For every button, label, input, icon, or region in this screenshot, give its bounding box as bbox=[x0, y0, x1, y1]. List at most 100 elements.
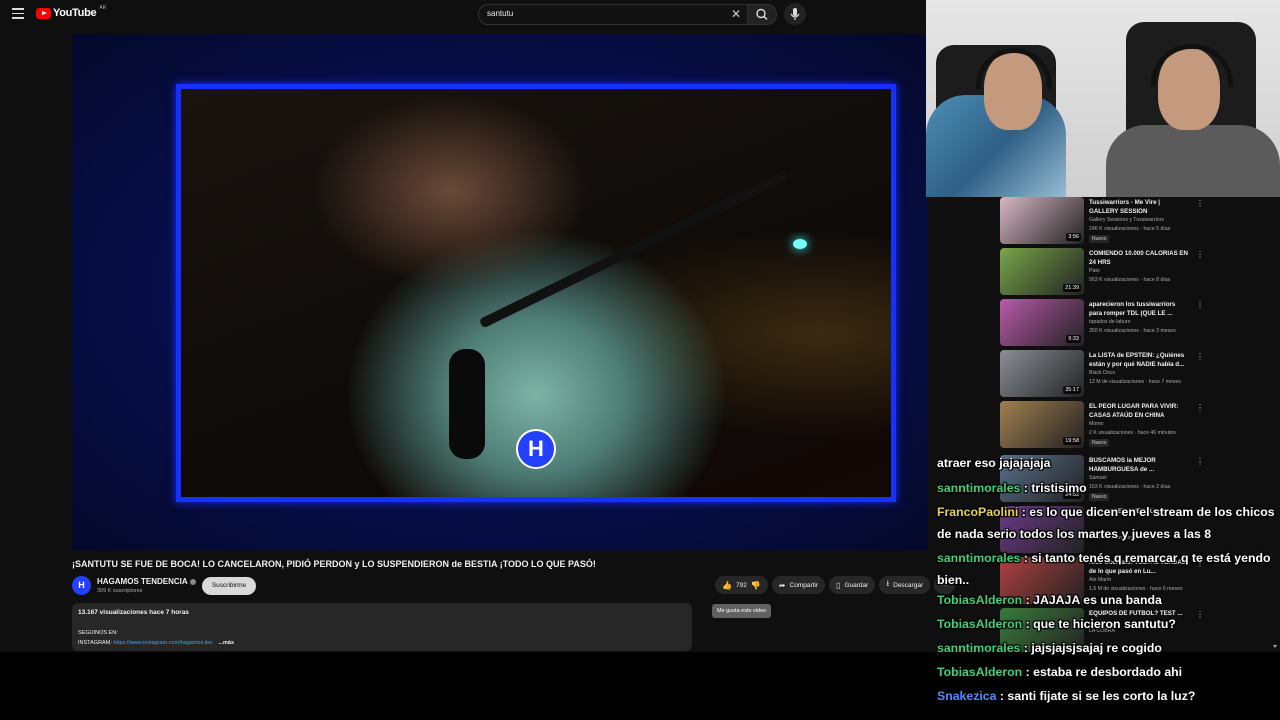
play-logo-icon bbox=[36, 7, 51, 19]
channel-name[interactable]: HAGAMOS TENDENCIA bbox=[97, 577, 196, 586]
download-button[interactable]: ⭳ Descargar bbox=[879, 576, 931, 594]
instagram-label: INSTAGRAM: bbox=[78, 640, 114, 646]
chat-username[interactable]: FrancoPaolini bbox=[937, 505, 1018, 519]
video-duration: 9:33 bbox=[1066, 335, 1081, 343]
chat-overflow-line: atraer eso jajajajaja bbox=[937, 458, 1051, 470]
chat-separator: : bbox=[1022, 593, 1034, 607]
chat-text: que te hicieron santutu? bbox=[1033, 617, 1176, 631]
chat-username[interactable]: sanntimorales bbox=[937, 551, 1020, 565]
description-box[interactable]: 13.167 visualizaciones hace 7 horas SEGU… bbox=[72, 603, 692, 651]
chat-separator: : bbox=[1018, 505, 1030, 519]
video-title: ¡SANTUTU SE FUE DE BOCA! LO CANCELARON, … bbox=[72, 559, 596, 569]
person-right-shirt bbox=[1106, 125, 1280, 197]
chat-message: TobiasAlderon : estaba re desbordado ahi bbox=[937, 661, 1278, 683]
video-thumbnail[interactable]: 21:39 bbox=[1000, 248, 1084, 295]
menu-icon[interactable] bbox=[12, 8, 24, 19]
recommended-video[interactable]: 35:17 La LISTA de EPSTEIN: ¿Quiénes están… bbox=[1000, 350, 1276, 397]
recommended-video-meta: 246 K visualizaciones · hace 5 días bbox=[1089, 226, 1171, 232]
recommended-video-channel[interactable]: Pato bbox=[1089, 268, 1100, 274]
bookmark-icon: ▯ bbox=[836, 580, 841, 590]
save-label: Guardar bbox=[844, 581, 869, 589]
chat-username[interactable]: Snakezica bbox=[937, 689, 996, 703]
more-options-icon[interactable]: ⋮ bbox=[1196, 250, 1204, 259]
recommended-video-meta: 2 K visualizaciones · hace 46 minutos bbox=[1089, 430, 1176, 436]
chat-separator: : bbox=[1022, 617, 1034, 631]
chat-separator: : bbox=[1020, 641, 1032, 655]
video-frame: H bbox=[176, 84, 896, 502]
chat-message: Snakezica : santi fijate si se les corto… bbox=[937, 685, 1278, 707]
more-options-icon[interactable]: ⋮ bbox=[1196, 352, 1204, 361]
voice-search-button[interactable] bbox=[784, 3, 806, 25]
channel-name-text: HAGAMOS TENDENCIA bbox=[97, 577, 188, 586]
scroll-down-icon[interactable] bbox=[1273, 645, 1277, 648]
save-button[interactable]: ▯ Guardar bbox=[829, 576, 876, 594]
download-icon: ⭳ bbox=[886, 579, 890, 588]
video-thumbnail[interactable]: 35:17 bbox=[1000, 350, 1084, 397]
video-thumbnail[interactable]: 9:33 bbox=[1000, 299, 1084, 346]
recommended-video-meta: 350 K visualizaciones · hace 3 meses bbox=[1089, 328, 1176, 334]
light-glow bbox=[793, 239, 807, 249]
chat-username[interactable]: TobiasAlderon bbox=[937, 593, 1022, 607]
recommended-video[interactable]: 19:58 EL PEOR LUGAR PARA VIVIR: CASAS ATA… bbox=[1000, 401, 1276, 448]
chat-message: sanntimorales : si tanto tenés q remarca… bbox=[937, 547, 1278, 591]
video-thumbnail[interactable]: 19:58 bbox=[1000, 401, 1084, 448]
recommended-video-title[interactable]: aparecieron los tussiwarriors para rompe… bbox=[1089, 301, 1189, 318]
instagram-link[interactable]: https://www.instagram.com/hagamos.ten bbox=[113, 640, 212, 646]
logo-text: YouTube bbox=[53, 7, 97, 19]
chat-message: TobiasAlderon : que te hicieron santutu? bbox=[937, 613, 1278, 635]
microphone-shape bbox=[449, 349, 485, 459]
recommended-video-title[interactable]: La LISTA de EPSTEIN: ¿Quiénes están y po… bbox=[1089, 352, 1189, 369]
more-options-icon[interactable]: ⋮ bbox=[1196, 199, 1204, 208]
video-player[interactable]: H bbox=[72, 34, 928, 550]
recommended-video-channel[interactable]: Black Docs bbox=[1089, 370, 1115, 376]
chat-overlay: atraer eso jajajajaja sanntimorales : tr… bbox=[930, 458, 1280, 710]
subscribe-button[interactable]: Suscribirme bbox=[202, 577, 256, 595]
more-options-icon[interactable]: ⋮ bbox=[1196, 301, 1204, 310]
chat-message: FrancoPaolini : es lo que dicen en el st… bbox=[937, 501, 1278, 545]
recommended-video[interactable]: 3:56 Tussiwarriors - Me Vire | GALLERY SE… bbox=[1000, 197, 1276, 244]
recommended-video-channel[interactable]: Gallery Sessions y Tussiwarriors bbox=[1089, 217, 1164, 223]
clear-search-icon[interactable]: ✕ bbox=[731, 7, 741, 21]
show-more-link[interactable]: ...más bbox=[218, 640, 234, 646]
subscriber-count: 309 K suscriptores bbox=[97, 588, 143, 594]
chat-message: sanntimorales : tristisimo bbox=[937, 477, 1278, 499]
search-button[interactable] bbox=[747, 4, 777, 25]
recommended-video-title[interactable]: Tussiwarriors - Me Vire | GALLERY SESSIO… bbox=[1089, 199, 1189, 216]
video-thumbnail[interactable]: 3:56 bbox=[1000, 197, 1084, 244]
recommended-video-meta: 13 M de visualizaciones · hace 7 meses bbox=[1089, 379, 1181, 385]
chat-text: JAJAJA es una banda bbox=[1033, 593, 1162, 607]
chat-username[interactable]: sanntimorales bbox=[937, 641, 1020, 655]
recommended-video-title[interactable]: EL PEOR LUGAR PARA VIVIR: CASAS ATAÚD EN… bbox=[1089, 403, 1189, 420]
webcam-overlay bbox=[926, 0, 1280, 197]
video-duration: 19:58 bbox=[1063, 437, 1081, 445]
recommended-video[interactable]: 21:39 COMIENDO 10.000 CALORIAS EN 24 HRS P… bbox=[1000, 248, 1276, 295]
recommended-video-channel[interactable]: Momo bbox=[1089, 421, 1103, 427]
more-options-icon[interactable]: ⋮ bbox=[1196, 403, 1204, 412]
like-tooltip: Me gusta este video bbox=[712, 604, 772, 618]
like-icon[interactable]: 👍 bbox=[722, 581, 732, 590]
video-duration: 21:39 bbox=[1063, 284, 1081, 292]
new-badge: Nuevo bbox=[1089, 439, 1110, 447]
search-query: santutu bbox=[487, 9, 514, 18]
recommended-video[interactable]: 9:33 aparecieron los tussiwarriors para r… bbox=[1000, 299, 1276, 346]
youtube-logo[interactable]: YouTube AR bbox=[36, 5, 106, 19]
like-count[interactable]: 792 bbox=[736, 582, 747, 589]
recommended-video-title[interactable]: COMIENDO 10.000 CALORIAS EN 24 HRS bbox=[1089, 250, 1189, 267]
verified-icon bbox=[189, 578, 196, 585]
chat-separator: : bbox=[1020, 551, 1032, 565]
recommended-video-channel[interactable]: tapados de laburo bbox=[1089, 319, 1131, 325]
chat-username[interactable]: TobiasAlderon bbox=[937, 665, 1022, 679]
chat-text: santi fijate si se les corto la luz? bbox=[1007, 689, 1196, 703]
share-button[interactable]: ➦ Compartir bbox=[771, 576, 826, 594]
share-icon: ➦ bbox=[778, 580, 786, 590]
chat-text: estaba re desbordado ahi bbox=[1033, 665, 1183, 679]
dislike-icon[interactable]: 👎 bbox=[751, 581, 761, 590]
chat-username[interactable]: TobiasAlderon bbox=[937, 617, 1022, 631]
chat-message: sanntimorales : jajsjajsjsajaj re cogido bbox=[937, 637, 1278, 659]
chat-username[interactable]: sanntimorales bbox=[937, 481, 1020, 495]
search-icon bbox=[756, 8, 768, 20]
channel-avatar[interactable]: H bbox=[72, 576, 91, 595]
video-duration: 3:56 bbox=[1066, 233, 1081, 241]
share-label: Compartir bbox=[789, 581, 819, 589]
search-input[interactable]: santutu ✕ bbox=[478, 4, 748, 25]
